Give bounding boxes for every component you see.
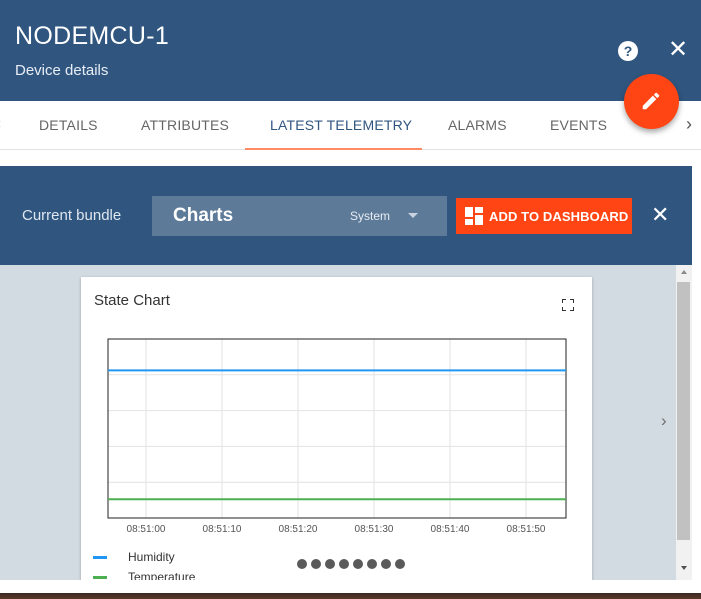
pagination-dots bbox=[297, 556, 409, 574]
device-title: NODEMCU-1 bbox=[15, 22, 170, 50]
page-dot[interactable] bbox=[395, 559, 405, 569]
legend-label: Temperature bbox=[128, 570, 196, 580]
scrollbar[interactable] bbox=[676, 265, 692, 580]
tab-latest-telemetry[interactable]: LATEST TELEMETRY bbox=[270, 117, 412, 133]
widget-card[interactable]: State Chart 08:51:00 08:51:10 08:51:20 08:5… bbox=[81, 277, 592, 580]
x-tick-label: 08:51:20 bbox=[279, 524, 318, 535]
chevron-right-icon[interactable]: › bbox=[661, 411, 667, 431]
chevron-right-icon[interactable]: › bbox=[686, 114, 692, 135]
scrollbar-thumb[interactable] bbox=[677, 282, 690, 540]
device-subtitle: Device details bbox=[15, 62, 109, 79]
taskbar-edge bbox=[0, 593, 701, 599]
help-icon[interactable]: ? bbox=[618, 41, 638, 61]
background-strip bbox=[692, 166, 701, 580]
edit-button[interactable] bbox=[624, 74, 679, 129]
page-dot[interactable] bbox=[311, 559, 321, 569]
tab-alarms[interactable]: ALARMS bbox=[448, 117, 507, 133]
bundle-selected-value: Charts bbox=[173, 205, 234, 226]
tab-bar: ‹ DETAILS ATTRIBUTES LATEST TELEMETRY AL… bbox=[0, 101, 701, 150]
x-tick-label: 08:51:00 bbox=[127, 524, 166, 535]
page-dot[interactable] bbox=[339, 559, 349, 569]
chevron-left-icon[interactable]: ‹ bbox=[0, 115, 1, 133]
dashboard-icon bbox=[465, 207, 483, 225]
x-tick-label: 08:51:10 bbox=[203, 524, 242, 535]
bundle-scope-label: System bbox=[350, 209, 391, 223]
close-icon[interactable]: ✕ bbox=[668, 38, 688, 62]
dialog-header: NODEMCU-1 Device details ? ✕ bbox=[0, 0, 701, 101]
tab-attributes[interactable]: ATTRIBUTES bbox=[141, 117, 229, 133]
page-dot[interactable] bbox=[325, 559, 335, 569]
page-dot[interactable] bbox=[297, 559, 307, 569]
state-chart: 08:51:00 08:51:10 08:51:20 08:51:30 08:51:40… bbox=[107, 338, 567, 535]
legend-label: Humidity bbox=[128, 550, 175, 564]
legend-swatch bbox=[93, 576, 107, 579]
chevron-down-icon bbox=[408, 213, 418, 218]
scroll-up-icon[interactable] bbox=[681, 270, 687, 274]
x-tick-label: 08:51:40 bbox=[431, 524, 470, 535]
tab-events[interactable]: EVENTS bbox=[550, 117, 607, 133]
bundle-select[interactable]: Charts System bbox=[152, 196, 447, 236]
scroll-down-icon[interactable] bbox=[681, 566, 687, 570]
widget-bundle-toolbar: Current bundle Charts System ADD TO DASH… bbox=[0, 166, 692, 265]
tab-details[interactable]: DETAILS bbox=[39, 117, 98, 133]
page-dot[interactable] bbox=[353, 559, 363, 569]
close-icon[interactable]: ✕ bbox=[651, 204, 669, 226]
add-to-dashboard-button[interactable]: ADD TO DASHBOARD bbox=[456, 198, 632, 234]
page-dot[interactable] bbox=[367, 559, 377, 569]
page-dot[interactable] bbox=[381, 559, 391, 569]
legend-swatch bbox=[93, 556, 107, 559]
x-tick-label: 08:51:30 bbox=[355, 524, 394, 535]
bundle-label: Current bundle bbox=[22, 207, 122, 224]
spacer bbox=[0, 150, 701, 166]
x-tick-label: 08:51:50 bbox=[507, 524, 546, 535]
plot-border bbox=[107, 338, 567, 519]
widgets-area: State Chart 08:51:00 08:51:10 08:51:20 08:5… bbox=[0, 265, 692, 580]
add-to-dashboard-label: ADD TO DASHBOARD bbox=[489, 209, 629, 224]
pencil-icon bbox=[642, 92, 660, 110]
